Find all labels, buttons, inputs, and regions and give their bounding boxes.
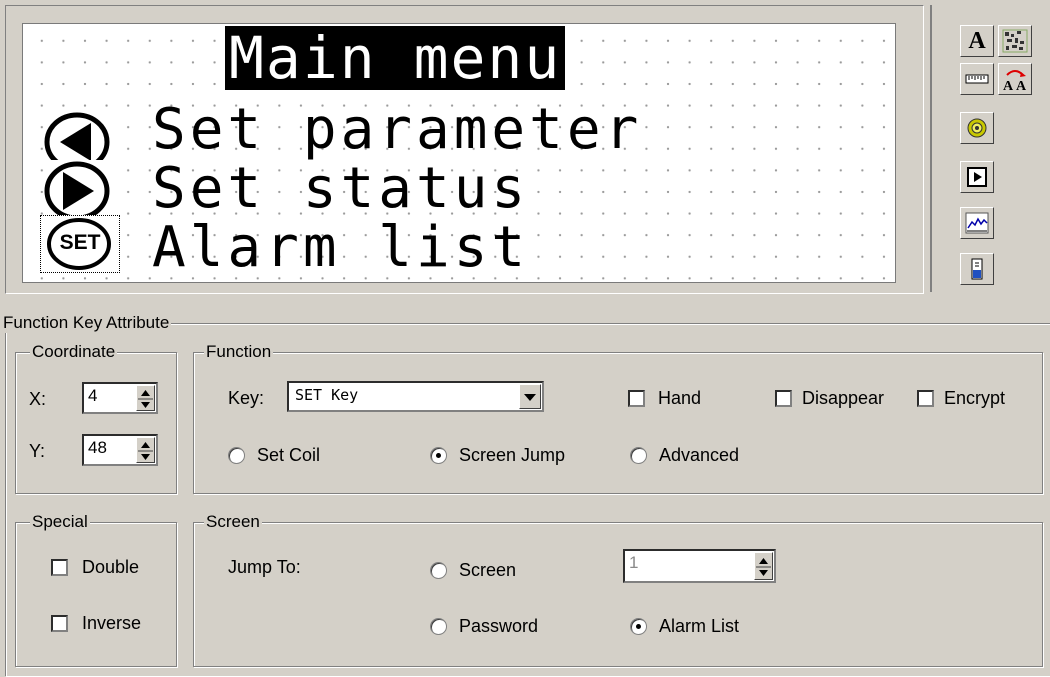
lcd-title[interactable]: Main menu xyxy=(225,26,566,90)
special-label: Special xyxy=(30,512,90,532)
encrypt-checkbox[interactable] xyxy=(917,390,934,407)
jump-to-label: Jump To: xyxy=(228,557,301,577)
screen-radio[interactable] xyxy=(430,562,447,579)
disappear-label[interactable]: Disappear xyxy=(802,387,912,409)
function-label: Function xyxy=(204,342,274,362)
bitmap-tool-icon[interactable] xyxy=(998,25,1032,57)
key-select-value: SET Key xyxy=(295,386,359,404)
lcd-row-set-status[interactable]: Set status xyxy=(152,161,529,217)
advanced-radio[interactable] xyxy=(630,447,647,464)
screen-option-label[interactable]: Screen xyxy=(459,559,516,581)
svg-text:A: A xyxy=(1003,79,1014,92)
double-label[interactable]: Double xyxy=(82,556,139,578)
screen-label: Screen xyxy=(204,512,262,532)
disappear-checkbox[interactable] xyxy=(775,390,792,407)
hand-label[interactable]: Hand xyxy=(658,387,701,409)
screen-number-value: 1 xyxy=(629,553,639,572)
y-label: Y: xyxy=(29,441,46,461)
text-tool-glyph: A xyxy=(968,27,986,54)
set-key-icon[interactable]: SET xyxy=(40,215,120,273)
screen-jump-radio[interactable] xyxy=(430,447,447,464)
tool-palette: A A A xyxy=(930,5,1047,292)
advanced-label[interactable]: Advanced xyxy=(659,444,739,466)
bar-tool-icon[interactable] xyxy=(960,253,994,285)
trend-chart-tool-icon[interactable] xyxy=(960,207,994,239)
coordinate-label: Coordinate xyxy=(30,342,118,362)
x-spin-arrows[interactable] xyxy=(136,385,155,411)
font-swap-icon[interactable]: A A xyxy=(998,63,1032,95)
coordinate-group xyxy=(15,352,177,494)
chevron-down-icon[interactable] xyxy=(519,384,541,409)
x-value: 4 xyxy=(88,386,98,405)
text-tool-icon[interactable]: A xyxy=(960,25,994,57)
screen-number-spinner: 1 xyxy=(623,549,776,583)
function-group xyxy=(193,352,1043,494)
set-coil-label[interactable]: Set Coil xyxy=(257,444,320,466)
set-coil-radio[interactable] xyxy=(228,447,245,464)
right-arrow-key-icon[interactable] xyxy=(44,160,112,222)
key-label: Key: xyxy=(228,388,265,408)
lcd-row-set-parameter[interactable]: Set parameter xyxy=(152,102,642,158)
x-label: X: xyxy=(29,389,47,409)
function-key-attribute-title: Function Key Attribute xyxy=(1,313,172,333)
svg-text:A: A xyxy=(1016,79,1027,92)
screen-spin-arrows xyxy=(754,552,773,580)
password-radio[interactable] xyxy=(430,618,447,635)
password-option-label[interactable]: Password xyxy=(459,615,538,637)
set-key-label: SET xyxy=(59,231,101,254)
alarm-list-option-label[interactable]: Alarm List xyxy=(659,615,739,637)
y-value: 48 xyxy=(88,438,107,457)
alarm-list-radio[interactable] xyxy=(630,618,647,635)
x-coordinate-spinner[interactable]: 4 xyxy=(82,382,158,414)
special-group xyxy=(15,522,177,667)
lamp-tool-icon[interactable] xyxy=(960,112,994,144)
y-coordinate-spinner[interactable]: 48 xyxy=(82,434,158,466)
ruler-tool-icon[interactable] xyxy=(960,63,994,95)
key-select[interactable]: SET Key xyxy=(287,381,544,412)
y-spin-arrows[interactable] xyxy=(136,437,155,463)
function-key-tool-icon[interactable] xyxy=(960,161,994,193)
inverse-label[interactable]: Inverse xyxy=(82,612,141,634)
inverse-checkbox[interactable] xyxy=(51,615,68,632)
screen-group xyxy=(193,522,1043,667)
double-checkbox[interactable] xyxy=(51,559,68,576)
screen-jump-label[interactable]: Screen Jump xyxy=(459,444,571,466)
hand-checkbox[interactable] xyxy=(628,390,645,407)
encrypt-label[interactable]: Encrypt xyxy=(944,387,1046,409)
lcd-row-alarm-list[interactable]: Alarm list xyxy=(152,220,529,276)
